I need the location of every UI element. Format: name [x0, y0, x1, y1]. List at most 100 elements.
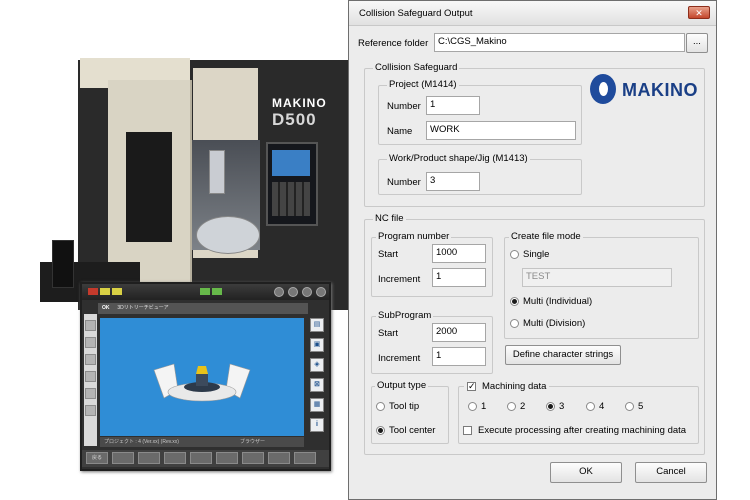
- viewer-soft-keys: 戻る: [82, 450, 329, 467]
- execute-processing-check-box[interactable]: [463, 426, 472, 435]
- subprogram-increment-label: Increment: [378, 353, 421, 364]
- info-icon: i: [310, 418, 324, 432]
- work-shape-title: Work/Product shape/Jig (M1413): [387, 153, 530, 164]
- viewer-tool-icon: [85, 405, 96, 416]
- tool-center-radio[interactable]: Tool center: [376, 425, 435, 436]
- machining-option-label: 4: [599, 401, 605, 412]
- browse-button[interactable]: ...: [686, 33, 708, 53]
- machine-logo: MAKINO D500: [272, 96, 348, 130]
- program-increment-label: Increment: [378, 274, 421, 285]
- viewer-status-chip: [212, 288, 222, 295]
- tool-center-radio-button[interactable]: [376, 426, 385, 435]
- viewer-tool-icon: ▤: [310, 318, 324, 332]
- viewer-round-button: [316, 287, 326, 297]
- viewer-tag: OK: [102, 305, 110, 311]
- program-increment-input[interactable]: 1: [432, 268, 486, 287]
- program-number-title: Program number: [376, 231, 452, 242]
- machining-option-radio[interactable]: [468, 402, 477, 411]
- viewer-round-button: [288, 287, 298, 297]
- viewer-soft-key: [138, 452, 160, 464]
- close-icon[interactable]: ✕: [688, 6, 710, 19]
- viewer-status-chip: [88, 288, 98, 295]
- machining-option-1[interactable]: 1: [468, 401, 486, 412]
- viewer-tool-icon: [85, 388, 96, 399]
- machining-option-4[interactable]: 4: [586, 401, 604, 412]
- viewer-soft-key: [164, 452, 186, 464]
- machining-option-label: 5: [638, 401, 644, 412]
- viewer-tool-icon: [85, 337, 96, 348]
- machining-option-radio[interactable]: [546, 402, 555, 411]
- multi-individual-radio[interactable]: Multi (Individual): [510, 296, 592, 307]
- machining-option-label: 3: [559, 401, 565, 412]
- viewer-tool-icon: ▣: [310, 338, 324, 352]
- viewer-tool-icon: [85, 354, 96, 365]
- subprogram-start-label: Start: [378, 328, 399, 339]
- subprogram-title: SubProgram: [376, 310, 434, 321]
- viewer-soft-key: [294, 452, 316, 464]
- control-panel-screen: [272, 150, 310, 176]
- makino-logo-text: MAKINO: [622, 79, 698, 100]
- viewer-title-bar: OK 3Dリトリーチビューア: [98, 303, 308, 314]
- work-number-label: Number: [387, 177, 421, 188]
- reference-folder-input[interactable]: C:\CGS_Makino: [434, 33, 685, 52]
- viewer-status-chip: [100, 288, 110, 295]
- machining-option-5[interactable]: 5: [625, 401, 643, 412]
- machine-window: [126, 132, 172, 242]
- viewer-soft-key: [216, 452, 238, 464]
- machining-data-check-box[interactable]: ✓: [467, 382, 476, 391]
- single-radio[interactable]: Single: [510, 249, 549, 260]
- machining-option-2[interactable]: 2: [507, 401, 525, 412]
- machining-option-radio[interactable]: [507, 402, 516, 411]
- multi-individual-radio-button[interactable]: [510, 297, 519, 306]
- single-radio-button[interactable]: [510, 250, 519, 259]
- machining-data-checkbox[interactable]: ✓ Machining data: [464, 381, 550, 392]
- machining-option-label: 1: [481, 401, 487, 412]
- viewer-round-button: [302, 287, 312, 297]
- work-number-input[interactable]: 3: [426, 172, 480, 191]
- machining-option-radio[interactable]: [625, 402, 634, 411]
- single-name-input[interactable]: TEST: [522, 268, 672, 287]
- machine-coolant-unit: [52, 240, 74, 288]
- output-type-title: Output type: [375, 380, 429, 391]
- viewer-soft-key: [242, 452, 264, 464]
- viewer-screen: OK 3Dリトリーチビューア ▤ ▣ ◈ ⊠ ▦ i プロジェクト : 4 (V…: [80, 282, 331, 471]
- cancel-button[interactable]: Cancel: [635, 462, 707, 483]
- viewer-tool-icon: ⊠: [310, 378, 324, 392]
- machining-option-label: 2: [520, 401, 526, 412]
- makino-logo-icon: [590, 74, 618, 106]
- define-character-strings-button[interactable]: Define character strings: [505, 345, 621, 365]
- reference-folder-label: Reference folder: [358, 38, 429, 49]
- nc-file-title: NC file: [373, 213, 406, 224]
- execute-processing-checkbox[interactable]: Execute processing after creating machin…: [463, 425, 686, 436]
- single-label: Single: [523, 249, 550, 260]
- viewer-tool-icon: ◈: [310, 358, 324, 372]
- machine-spindle: [209, 150, 225, 194]
- tool-tip-label: Tool tip: [389, 401, 420, 412]
- viewer-status-right: ブラウザー: [240, 439, 266, 445]
- viewer-top-bar: [82, 284, 329, 300]
- program-start-input[interactable]: 1000: [432, 244, 486, 263]
- viewer-right-toolbar: ▤ ▣ ◈ ⊠ ▦ i: [308, 318, 326, 442]
- project-title: Project (M1414): [387, 79, 459, 90]
- ok-button[interactable]: OK: [550, 462, 622, 483]
- execute-processing-label: Execute processing after creating machin…: [478, 425, 687, 436]
- machining-option-radio[interactable]: [586, 402, 595, 411]
- create-file-mode-title: Create file mode: [509, 231, 583, 242]
- viewer-soft-key: [268, 452, 290, 464]
- tool-tip-radio-button[interactable]: [376, 402, 385, 411]
- multi-division-radio[interactable]: Multi (Division): [510, 318, 585, 329]
- viewer-soft-key: 戻る: [86, 452, 108, 464]
- viewer-tool-icon: [85, 320, 96, 331]
- tool-tip-radio[interactable]: Tool tip: [376, 401, 419, 412]
- workpiece-model: [153, 363, 251, 402]
- project-number-label: Number: [387, 101, 421, 112]
- project-number-input[interactable]: 1: [426, 96, 480, 115]
- program-start-label: Start: [378, 249, 399, 260]
- subprogram-start-input[interactable]: 2000: [432, 323, 486, 342]
- multi-division-label: Multi (Division): [523, 318, 586, 329]
- multi-division-radio-button[interactable]: [510, 319, 519, 328]
- project-name-label: Name: [387, 126, 413, 137]
- project-name-input[interactable]: WORK: [426, 121, 576, 140]
- subprogram-increment-input[interactable]: 1: [432, 347, 486, 366]
- machining-option-3[interactable]: 3: [546, 401, 564, 412]
